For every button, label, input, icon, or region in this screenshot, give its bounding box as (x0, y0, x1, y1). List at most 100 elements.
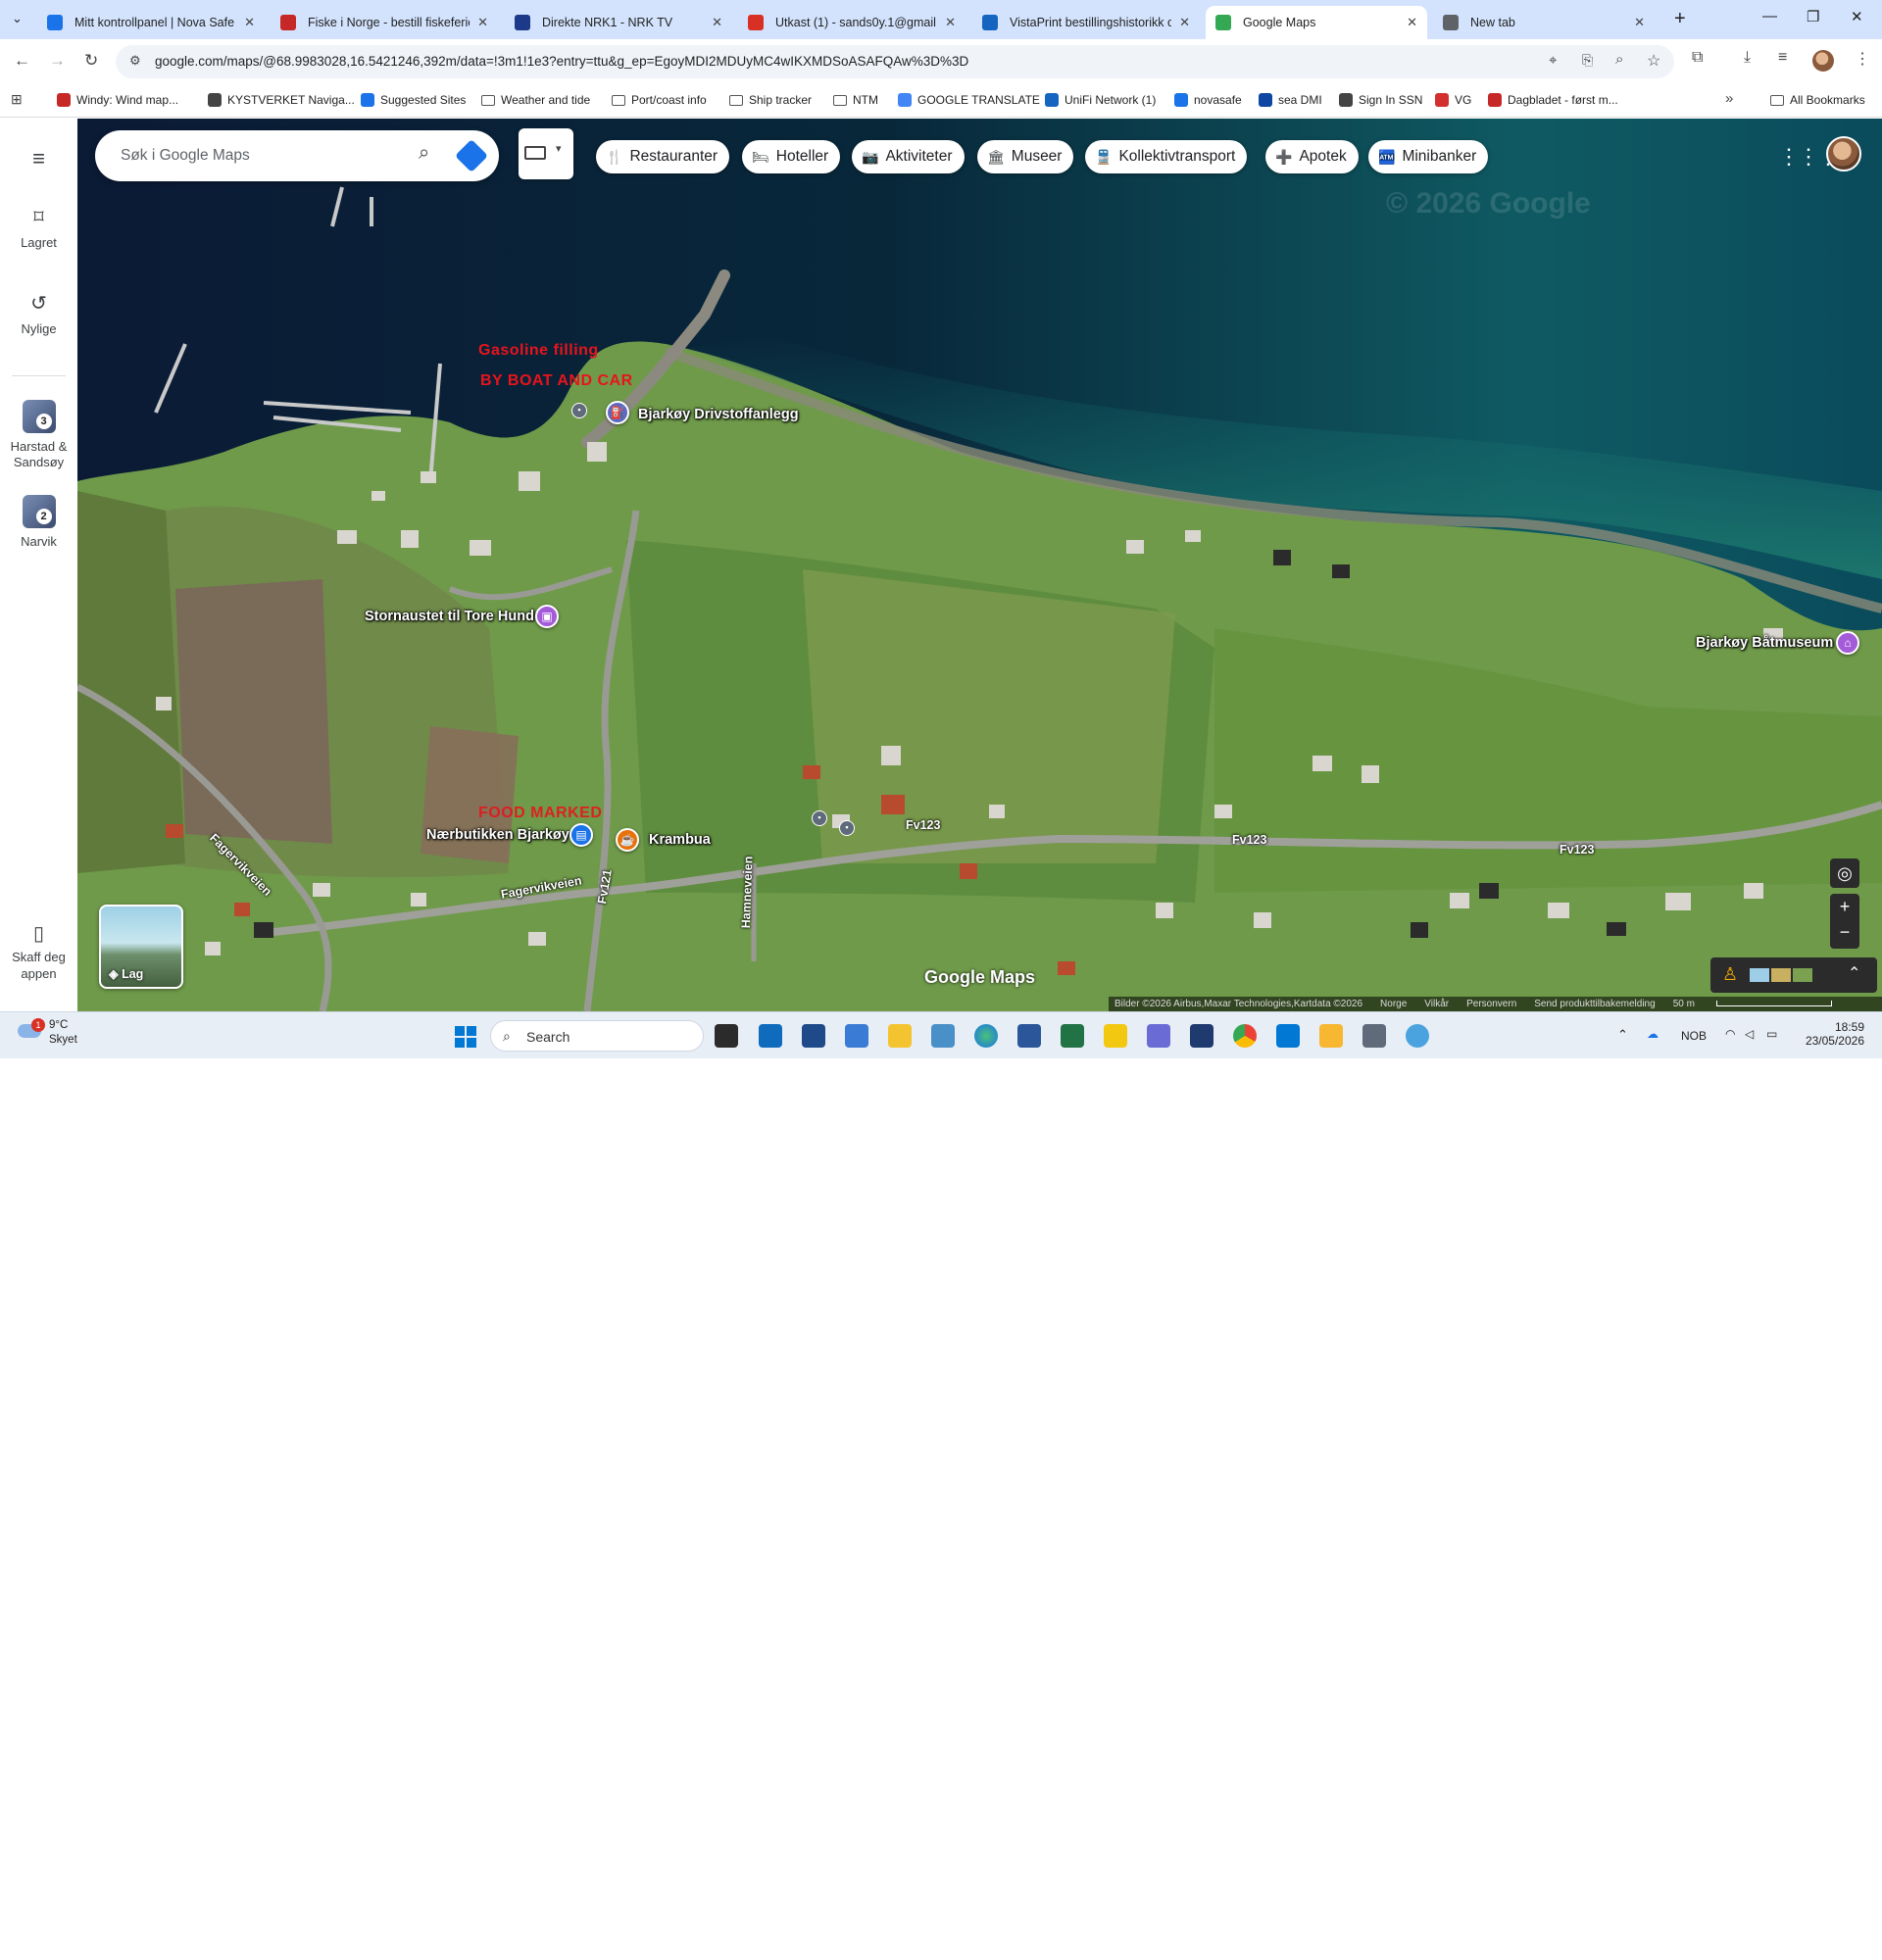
place-drivstoffanlegg[interactable]: Bjarkøy Drivstoffanlegg (638, 407, 799, 422)
layers-switcher[interactable]: ◈ Lag (99, 905, 183, 989)
bookmark-item[interactable]: NTM (833, 93, 878, 107)
browser-menu-icon[interactable]: ⋮ (1855, 49, 1870, 69)
rail-recent-harstad[interactable]: 3 Harstad & Sandsøy (0, 400, 77, 470)
bookmark-item[interactable]: novasafe (1174, 93, 1242, 107)
onedrive-icon[interactable]: ☁ (1647, 1027, 1659, 1041)
wifi-icon[interactable]: ◠ (1725, 1027, 1735, 1041)
category-chip[interactable]: 🏧 Minibanker (1368, 140, 1489, 173)
browser-tab[interactable]: New tab ✕ (1433, 6, 1655, 39)
browser-tab[interactable]: Fiske i Norge - bestill fiskeferie ✕ (271, 6, 498, 39)
bookmark-item[interactable]: Weather and tide (481, 93, 590, 107)
tray-overflow-icon[interactable]: ⌃ (1617, 1027, 1628, 1043)
country-link[interactable]: Norge (1380, 999, 1407, 1009)
address-bar[interactable]: ⚙ google.com/maps/@68.9983028,16.5421246… (116, 45, 1674, 78)
sticky-notes-icon[interactable] (1319, 1024, 1343, 1048)
reload-button[interactable]: ↻ (84, 51, 98, 71)
back-button[interactable]: ← (14, 51, 30, 71)
keyboard-input-button[interactable]: ▾ (519, 128, 573, 179)
location-icon[interactable]: ⌖ (1549, 52, 1557, 69)
get-app-link[interactable]: ▯ Skaff deg appen (0, 924, 77, 982)
browser-tab[interactable]: Mitt kontrollpanel | Nova Safe ✕ (37, 6, 265, 39)
tab-close-icon[interactable]: ✕ (244, 15, 255, 30)
rail-saved[interactable]: ⌑ Lagret (0, 205, 77, 250)
close-window-button[interactable]: ✕ (1851, 8, 1863, 25)
attraction-pin-icon[interactable]: ▣ (535, 605, 559, 628)
forward-button[interactable]: → (49, 51, 66, 71)
tab-close-icon[interactable]: ✕ (1634, 15, 1645, 30)
scale-label[interactable]: 50 m (1673, 999, 1850, 1009)
imagery-thumb-2[interactable] (1771, 968, 1791, 982)
chrome-icon[interactable] (1233, 1024, 1257, 1048)
apps-grid-icon[interactable]: ⊞ (11, 91, 23, 108)
privacy-link[interactable]: Personvern (1466, 999, 1516, 1009)
restore-button[interactable]: ❐ (1807, 8, 1819, 25)
imagery-thumb-1[interactable] (1750, 968, 1769, 982)
minimize-button[interactable]: — (1762, 8, 1777, 24)
start-button[interactable] (455, 1026, 476, 1048)
search-icon[interactable]: ⌕ (419, 142, 429, 165)
search-input[interactable]: Søk i Google Maps (121, 147, 250, 165)
tab-close-icon[interactable]: ✕ (945, 15, 956, 30)
bookmark-item[interactable]: Windy: Wind map... (57, 93, 178, 107)
app-icon[interactable] (1406, 1024, 1429, 1048)
museum-pin-icon[interactable]: ⌂ (1836, 631, 1859, 655)
category-chip[interactable]: 🚆 Kollektivtransport (1085, 140, 1248, 173)
place-krambua[interactable]: Krambua (649, 832, 711, 848)
bus-stop-icon[interactable]: ▪ (571, 403, 587, 418)
photos-icon[interactable] (931, 1024, 955, 1048)
zoom-out-button[interactable]: − (1830, 919, 1859, 945)
map-canvas[interactable]: © 2026 Google Søk i Google Maps ⌕ ▾ 🍴 Res… (77, 119, 1882, 1011)
tab-close-icon[interactable]: ✕ (1407, 15, 1417, 30)
bookmark-item[interactable]: KYSTVERKET Naviga... (208, 93, 355, 107)
place-batmuseum[interactable]: Bjarkøy Båtmuseum (1696, 635, 1833, 651)
feedback-link[interactable]: Send produkttilbakemelding (1534, 999, 1655, 1009)
maps-search-box[interactable]: Søk i Google Maps ⌕ (95, 130, 499, 181)
pegman-icon[interactable]: ♙ (1722, 964, 1738, 985)
bookmark-item[interactable]: VG (1435, 93, 1471, 107)
battery-icon[interactable]: ▭ (1766, 1027, 1777, 1041)
browser-profile-avatar[interactable] (1812, 50, 1834, 72)
browser-tab[interactable]: Direkte NRK1 - NRK TV ✕ (505, 6, 732, 39)
category-chip[interactable]: 🏛 Museer (977, 140, 1074, 173)
calculator-icon[interactable] (1362, 1024, 1386, 1048)
browser-tab[interactable]: Utkast (1) - sands0y.1@gmail.co ✕ (738, 6, 966, 39)
new-tab-button[interactable]: + (1674, 8, 1686, 30)
bookmark-item[interactable]: Suggested Sites (361, 93, 466, 107)
account-avatar[interactable] (1826, 136, 1861, 172)
bookmark-item[interactable]: Dagbladet - først m... (1488, 93, 1618, 107)
more-bookmarks-icon[interactable]: » (1725, 90, 1733, 107)
language-indicator[interactable]: NOB (1681, 1029, 1707, 1043)
extensions-icon[interactable]: ⧉ (1692, 49, 1703, 67)
shopping-pin-icon[interactable]: ▤ (570, 823, 593, 847)
place-naerbutikken[interactable]: Nærbutikken Bjarkøy (426, 827, 570, 843)
tab-close-icon[interactable]: ✕ (712, 15, 722, 30)
url-text[interactable]: google.com/maps/@68.9983028,16.5421246,3… (155, 54, 968, 69)
rail-recent-narvik[interactable]: 2 Narvik (0, 495, 77, 549)
skype-icon[interactable] (1276, 1024, 1300, 1048)
terms-link[interactable]: Vilkår (1424, 999, 1449, 1009)
bus-stop-icon[interactable]: ▪ (839, 820, 855, 836)
bookmark-item[interactable]: Ship tracker (729, 93, 812, 107)
all-bookmarks-link[interactable]: All Bookmarks (1770, 93, 1865, 107)
browser-tab[interactable]: Google Maps ✕ (1206, 6, 1427, 39)
fuel-pin-icon[interactable]: ⛽ (606, 401, 629, 424)
app-icon[interactable] (1190, 1024, 1213, 1048)
place-stornaustet[interactable]: Stornaustet til Tore Hund (365, 609, 534, 624)
volume-icon[interactable]: ◁ (1745, 1027, 1754, 1041)
bookmark-item[interactable]: UniFi Network (1) (1045, 93, 1156, 107)
download-icon[interactable]: ⤓ (1744, 49, 1751, 67)
menu-icon[interactable]: ≡ (0, 146, 77, 172)
bookmark-item[interactable]: GOOGLE TRANSLATE (898, 93, 1040, 107)
zoom-in-button[interactable]: + (1830, 894, 1859, 919)
excel-icon[interactable] (1061, 1024, 1084, 1048)
edge-icon[interactable] (974, 1024, 998, 1048)
browser-tab[interactable]: VistaPrint bestillingshistorikk og ✕ (972, 6, 1200, 39)
tab-close-icon[interactable]: ✕ (1179, 15, 1190, 30)
task-view-icon[interactable] (715, 1024, 738, 1048)
site-info-icon[interactable]: ⚙ (129, 53, 141, 69)
my-location-button[interactable]: ◎ (1830, 858, 1859, 888)
rail-recent[interactable]: ↺ Nylige (0, 291, 77, 336)
install-app-icon[interactable]: ⎘ (1582, 52, 1593, 69)
app-icon[interactable] (1104, 1024, 1127, 1048)
expand-up-icon[interactable]: ⌃ (1848, 963, 1860, 983)
